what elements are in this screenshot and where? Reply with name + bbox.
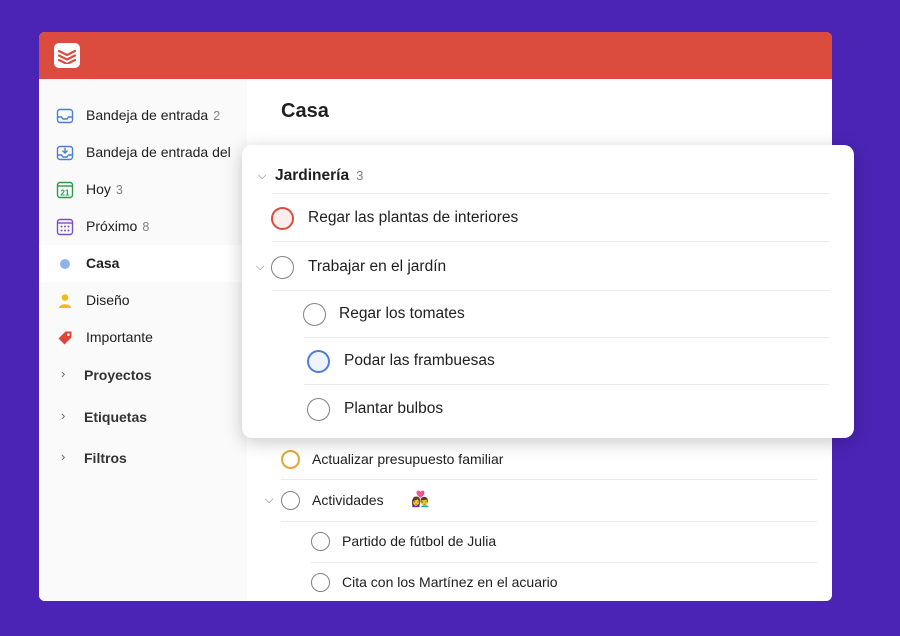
person-icon: [55, 291, 75, 311]
team-inbox-icon: [55, 143, 75, 163]
divider: [272, 193, 829, 194]
calendar-upcoming-icon: [55, 217, 75, 237]
task-title[interactable]: Actualizar presupuesto familiar: [312, 451, 503, 467]
task-title[interactable]: Partido de fútbol de Julia: [342, 533, 496, 549]
chevron-down-icon[interactable]: ⌵: [256, 261, 264, 274]
task-checkbox[interactable]: [281, 450, 300, 469]
tag-icon: [55, 328, 75, 348]
task-title[interactable]: Cita con los Martínez en el acuario: [342, 574, 558, 590]
divider: [272, 290, 829, 291]
sidebar-item-inbox[interactable]: Bandeja de entrada 2: [39, 97, 247, 134]
dot-icon: [55, 254, 75, 274]
task-checkbox[interactable]: [271, 256, 294, 279]
sidebar-item-count: 2: [213, 109, 221, 123]
section-popup-card: ⌵ Jardinería 3 Regar las plantas de inter…: [242, 145, 854, 438]
task-title[interactable]: Regar las plantas de interiores: [308, 209, 518, 227]
sidebar-item-today[interactable]: 21 Hoy 3: [39, 171, 247, 208]
section-header[interactable]: Jardinería 3: [275, 167, 363, 185]
chevron-down-icon[interactable]: ⌵: [265, 494, 273, 507]
chevron-down-icon[interactable]: ⌵: [258, 170, 266, 183]
sidebar-item-diseno[interactable]: Diseño: [39, 282, 247, 319]
sidebar-item-label: Próximo 8: [86, 218, 150, 234]
sidebar-item-upcoming[interactable]: Próximo 8: [39, 208, 247, 245]
task-checkbox[interactable]: [307, 350, 330, 373]
divider: [272, 241, 829, 242]
task-title[interactable]: Regar los tomates: [339, 305, 465, 323]
sidebar-item-label: Diseño: [86, 292, 130, 308]
divider: [281, 521, 817, 522]
sidebar-item-count: 3: [115, 183, 123, 197]
section-count: 3: [356, 168, 364, 183]
chevron-right-icon: ›: [61, 449, 66, 464]
task-title[interactable]: Trabajar en el jardín: [308, 258, 446, 276]
divider: [281, 479, 817, 480]
app-logo-icon[interactable]: [54, 43, 80, 68]
sidebar-item-label: Casa: [86, 255, 120, 271]
sidebar-item-casa[interactable]: Casa: [39, 245, 247, 282]
chevron-right-icon: ›: [61, 408, 66, 423]
sidebar-section-proyectos[interactable]: › Proyectos: [39, 357, 247, 394]
calendar-day-number: 21: [61, 189, 70, 198]
task-checkbox[interactable]: [303, 303, 326, 326]
sidebar-item-team-inbox[interactable]: Bandeja de entrada del: [39, 134, 247, 171]
divider: [304, 337, 829, 338]
task-checkbox[interactable]: [311, 532, 330, 551]
sidebar-section-etiquetas[interactable]: › Etiquetas: [39, 399, 247, 436]
task-checkbox[interactable]: [307, 398, 330, 421]
task-title[interactable]: Actividades: [312, 492, 384, 508]
page-title: Casa: [281, 100, 329, 122]
sidebar-section-filtros[interactable]: › Filtros: [39, 440, 247, 477]
sidebar-item-label: Bandeja de entrada 2: [86, 107, 221, 123]
task-checkbox[interactable]: [311, 573, 330, 592]
divider: [311, 562, 817, 563]
sidebar-item-label: Hoy 3: [86, 181, 123, 197]
inbox-icon: [55, 106, 75, 126]
task-checkbox[interactable]: [271, 207, 294, 230]
task-title[interactable]: Plantar bulbos: [344, 400, 443, 418]
sidebar-item-label: Bandeja de entrada del: [86, 144, 231, 160]
task-title[interactable]: Podar las frambuesas: [344, 352, 495, 370]
section-label: Filtros: [84, 450, 127, 466]
calendar-today-icon: 21: [55, 180, 75, 200]
sidebar-item-importante[interactable]: Importante: [39, 319, 247, 356]
couple-emoji-icon: 👩‍❤️‍👨: [411, 491, 430, 508]
sidebar: Bandeja de entrada 2 Bandeja de entrada d…: [39, 79, 247, 601]
section-label: Etiquetas: [84, 409, 148, 425]
sidebar-item-label: Importante: [86, 329, 153, 345]
divider: [304, 384, 829, 385]
section-label: Proyectos: [84, 367, 152, 383]
chevron-right-icon: ›: [61, 366, 66, 381]
title-bar: [39, 32, 832, 79]
task-checkbox[interactable]: [281, 491, 300, 510]
sidebar-item-count: 8: [142, 220, 150, 234]
